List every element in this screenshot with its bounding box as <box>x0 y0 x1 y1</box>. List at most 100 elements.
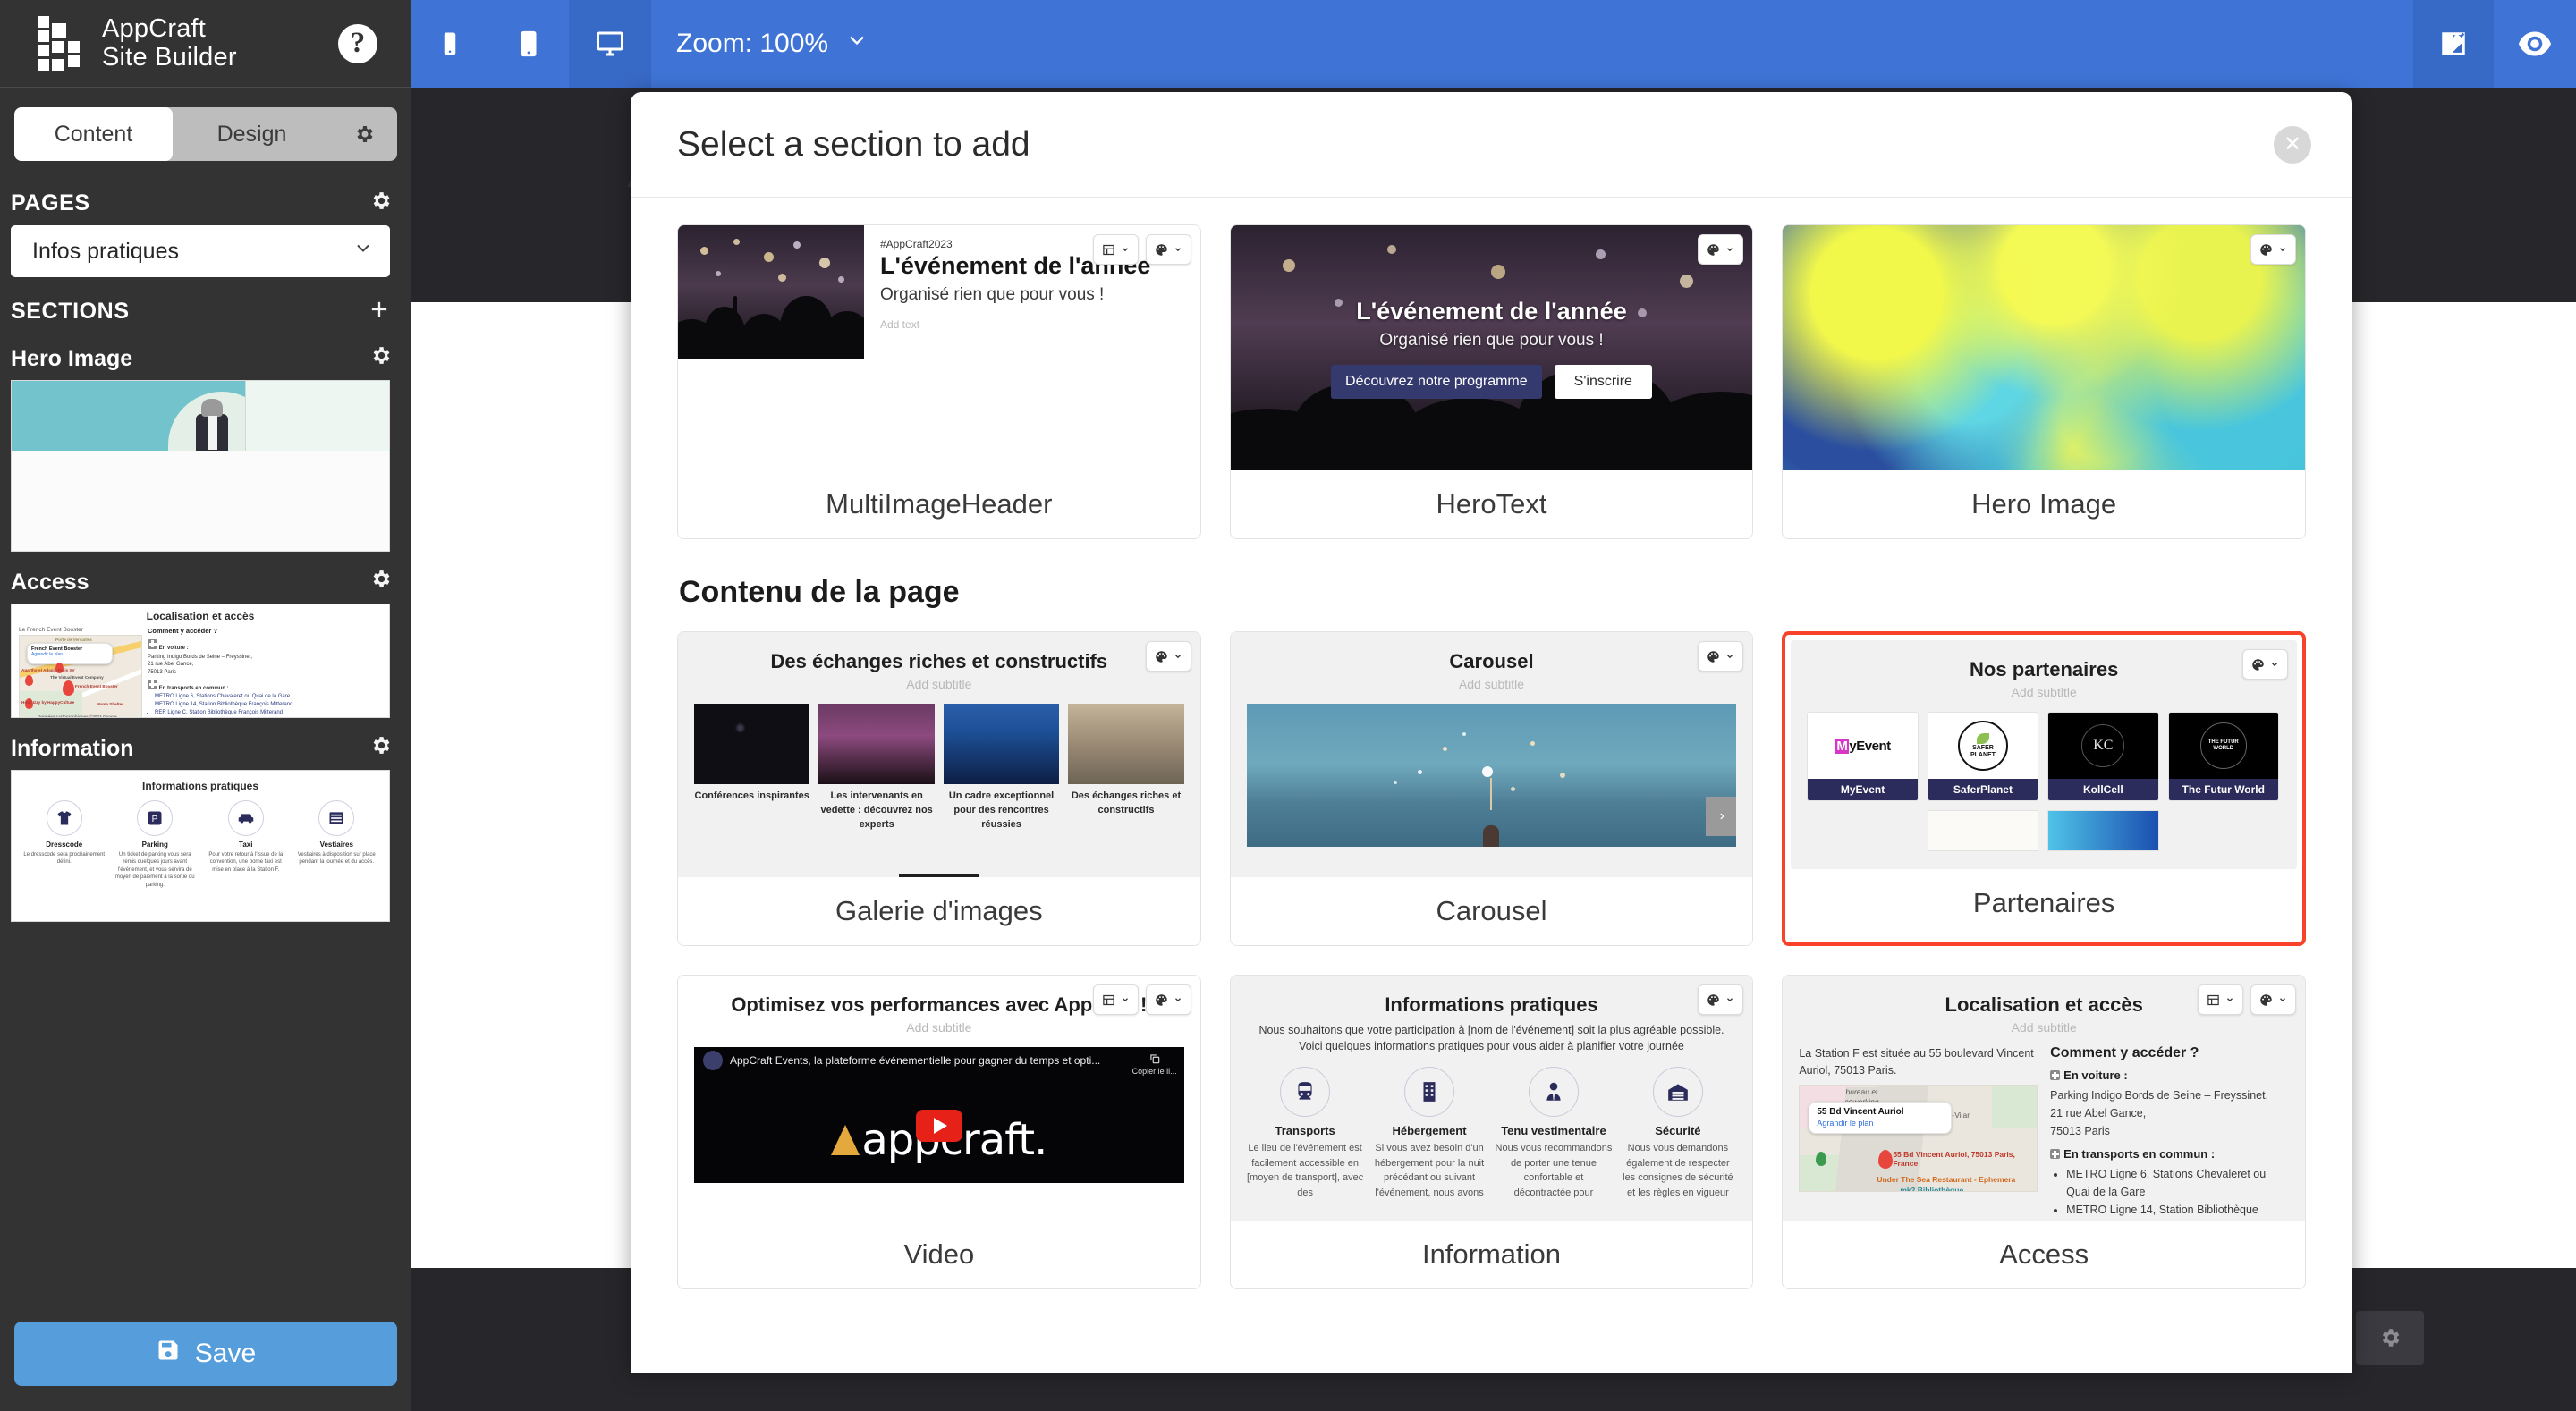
close-icon[interactable]: ✕ <box>2274 126 2311 164</box>
layout-icon[interactable] <box>1093 234 1139 265</box>
access-car-line-2: 21 rue Abel Gance, <box>2050 1104 2289 1122</box>
gallery-scroll-indicator <box>899 874 979 877</box>
appcraft-triangle-icon <box>831 1125 860 1155</box>
card-preview: Nos partenaires Add subtitle MyEvent MyE… <box>1791 640 2297 869</box>
section-card-carousel[interactable]: Carousel Add subtitle <box>1230 631 1754 946</box>
card-label: Carousel <box>1231 877 1753 945</box>
section-card-partenaires[interactable]: Nos partenaires Add subtitle MyEvent MyE… <box>1782 631 2306 946</box>
video-player-title: AppCraft Events, la plateforme événement… <box>730 1054 1100 1067</box>
card-preview: Localisation et accès Add subtitle La St… <box>1783 976 2305 1221</box>
card-label: HeroText <box>1231 470 1753 538</box>
layout-icon[interactable] <box>1093 984 1139 1015</box>
herotext-secondary-button[interactable]: S'inscrire <box>1555 365 1652 399</box>
access-map-poi-4: mk2 Bibliothèque <box>1900 1186 1963 1192</box>
herotext-subheading: Organisé rien que pour vous ! <box>1379 331 1603 351</box>
card-label: Video <box>678 1221 1200 1288</box>
gallery-caption: Des échanges riches et constructifs <box>1068 790 1183 818</box>
person-icon <box>1529 1067 1579 1117</box>
information-item: Transports Le lieu de l'événement est fa… <box>1247 1067 1364 1200</box>
access-map[interactable]: bureau et coworking Place Jean-Vilar 55 … <box>1799 1085 2038 1192</box>
palette-icon[interactable] <box>1146 234 1191 265</box>
carousel-next-button[interactable]: › <box>1706 797 1736 836</box>
access-map-card-link[interactable]: Agrandir le plan <box>1817 1119 1944 1128</box>
partner-logo-thefuturworld: THE FUTURWORLD <box>2169 713 2278 779</box>
gallery-photo <box>944 704 1059 784</box>
partners-subtitle[interactable]: Add subtitle <box>1807 685 2281 699</box>
card-label: MultiImageHeader <box>678 470 1200 538</box>
palette-icon[interactable] <box>1698 984 1743 1015</box>
card-label: Hero Image <box>1783 470 2305 538</box>
section-card-herotext[interactable]: L'événement de l'année Organisé rien que… <box>1230 224 1754 539</box>
information-subtitle: Nous souhaitons que votre participation … <box>1247 1022 1737 1054</box>
gallery-item: Les intervenants en vedette : découvrez … <box>818 704 934 832</box>
section-card-heroimage[interactable]: Hero Image <box>1782 224 2306 539</box>
card-preview: Optimisez vos performances avec Appcraft… <box>678 976 1200 1221</box>
play-icon[interactable] <box>916 1110 962 1142</box>
information-item-name: Hébergement <box>1371 1124 1488 1137</box>
card-controls <box>1698 984 1743 1015</box>
heroimage-photo <box>1783 225 2305 470</box>
access-right-heading: Comment y accéder ? <box>2050 1045 2289 1061</box>
gallery-subtitle[interactable]: Add subtitle <box>694 677 1184 691</box>
information-item-name: Tenu vestimentaire <box>1496 1124 1613 1137</box>
information-item-text: Nous vous recommandons de porter une ten… <box>1496 1141 1613 1200</box>
section-card-video[interactable]: Optimisez vos performances avec Appcraft… <box>677 975 1201 1289</box>
gallery-photo <box>1068 704 1183 784</box>
access-lead: La Station F est située au 55 boulevard … <box>1799 1045 2038 1079</box>
warehouse-icon <box>1653 1067 1703 1117</box>
gallery-photo <box>694 704 809 784</box>
header-sections-grid: #AppCraft2023 L'événement de l'année Org… <box>677 224 2306 539</box>
multiimage-add-text[interactable]: Add text <box>880 318 1188 331</box>
section-card-information[interactable]: Informations pratiques Nous souhaitons q… <box>1230 975 1754 1289</box>
gallery-title: Des échanges riches et constructifs <box>694 650 1184 673</box>
access-map-pin-label: 55 Bd Vincent Auriol, 75013 Paris, Franc… <box>1893 1150 2037 1169</box>
palette-icon[interactable] <box>1698 234 1743 265</box>
modal-title: Select a section to add <box>677 125 1030 165</box>
content-sections-grid: Des échanges riches et constructifs Add … <box>677 631 2306 1289</box>
herotext-heading: L'événement de l'année <box>1356 298 1626 325</box>
access-subtitle[interactable]: Add subtitle <box>1799 1020 2289 1035</box>
app-root: AppCraft Site Builder ? Content Design P… <box>0 0 2576 1411</box>
access-transit-item: METRO Ligne 14, Station Bibliothèque Fra… <box>2066 1201 2289 1221</box>
gallery-caption: Un cadre exceptionnel pour des rencontre… <box>944 790 1059 832</box>
card-label: Galerie d'images <box>678 877 1200 945</box>
palette-icon[interactable] <box>2250 234 2296 265</box>
gallery-caption: Les intervenants en vedette : découvrez … <box>818 790 934 832</box>
card-preview: Des échanges riches et constructifs Add … <box>678 632 1200 877</box>
information-item-text: Si vous avez besoin d'un hébergement pou… <box>1371 1141 1488 1200</box>
partner-logo-saferplanet: SAFERPLANET <box>1928 713 2038 779</box>
information-item: Tenu vestimentaire Nous vous recommandon… <box>1496 1067 1613 1200</box>
information-title: Informations pratiques <box>1247 993 1737 1017</box>
access-car-heading: En voiture : <box>2063 1069 2128 1082</box>
carousel-subtitle[interactable]: Add subtitle <box>1247 677 1737 691</box>
partner-name: KollCell <box>2048 779 2157 800</box>
palette-icon[interactable] <box>1698 641 1743 672</box>
access-map-card-title: 55 Bd Vincent Auriol <box>1817 1107 1944 1117</box>
partner-name: SaferPlanet <box>1928 779 2038 800</box>
video-subtitle[interactable]: Add subtitle <box>694 1020 1184 1035</box>
card-controls <box>1698 234 1743 265</box>
section-card-access[interactable]: Localisation et accès Add subtitle La St… <box>1782 975 2306 1289</box>
card-controls <box>1093 984 1191 1015</box>
palette-icon[interactable] <box>2250 984 2296 1015</box>
palette-icon[interactable] <box>1146 641 1191 672</box>
herotext-primary-button[interactable]: Découvrez notre programme <box>1331 365 1542 399</box>
palette-icon[interactable] <box>1146 984 1191 1015</box>
partners-title: Nos partenaires <box>1807 658 2281 681</box>
access-map-card: 55 Bd Vincent Auriol Agrandir le plan <box>1809 1102 1952 1134</box>
video-copy-link[interactable]: Copier le li... <box>1132 1052 1177 1076</box>
partner-card: MyEvent MyEvent <box>1807 712 1918 801</box>
building-icon <box>1404 1067 1454 1117</box>
video-player[interactable]: AppCraft Events, la plateforme événement… <box>694 1047 1184 1183</box>
modal-body: #AppCraft2023 L'événement de l'année Org… <box>631 198 2352 1373</box>
card-controls <box>1698 641 1743 672</box>
palette-icon[interactable] <box>2242 649 2288 680</box>
section-card-gallery[interactable]: Des échanges riches et constructifs Add … <box>677 631 1201 946</box>
card-controls <box>2250 234 2296 265</box>
card-preview: Carousel Add subtitle <box>1231 632 1753 877</box>
layout-icon[interactable] <box>2198 984 2243 1015</box>
video-copy-label: Copier le li... <box>1132 1067 1177 1076</box>
information-item-name: Transports <box>1247 1124 1364 1137</box>
card-preview: #AppCraft2023 L'événement de l'année Org… <box>678 225 1200 470</box>
section-card-multiimageheader[interactable]: #AppCraft2023 L'événement de l'année Org… <box>677 224 1201 539</box>
